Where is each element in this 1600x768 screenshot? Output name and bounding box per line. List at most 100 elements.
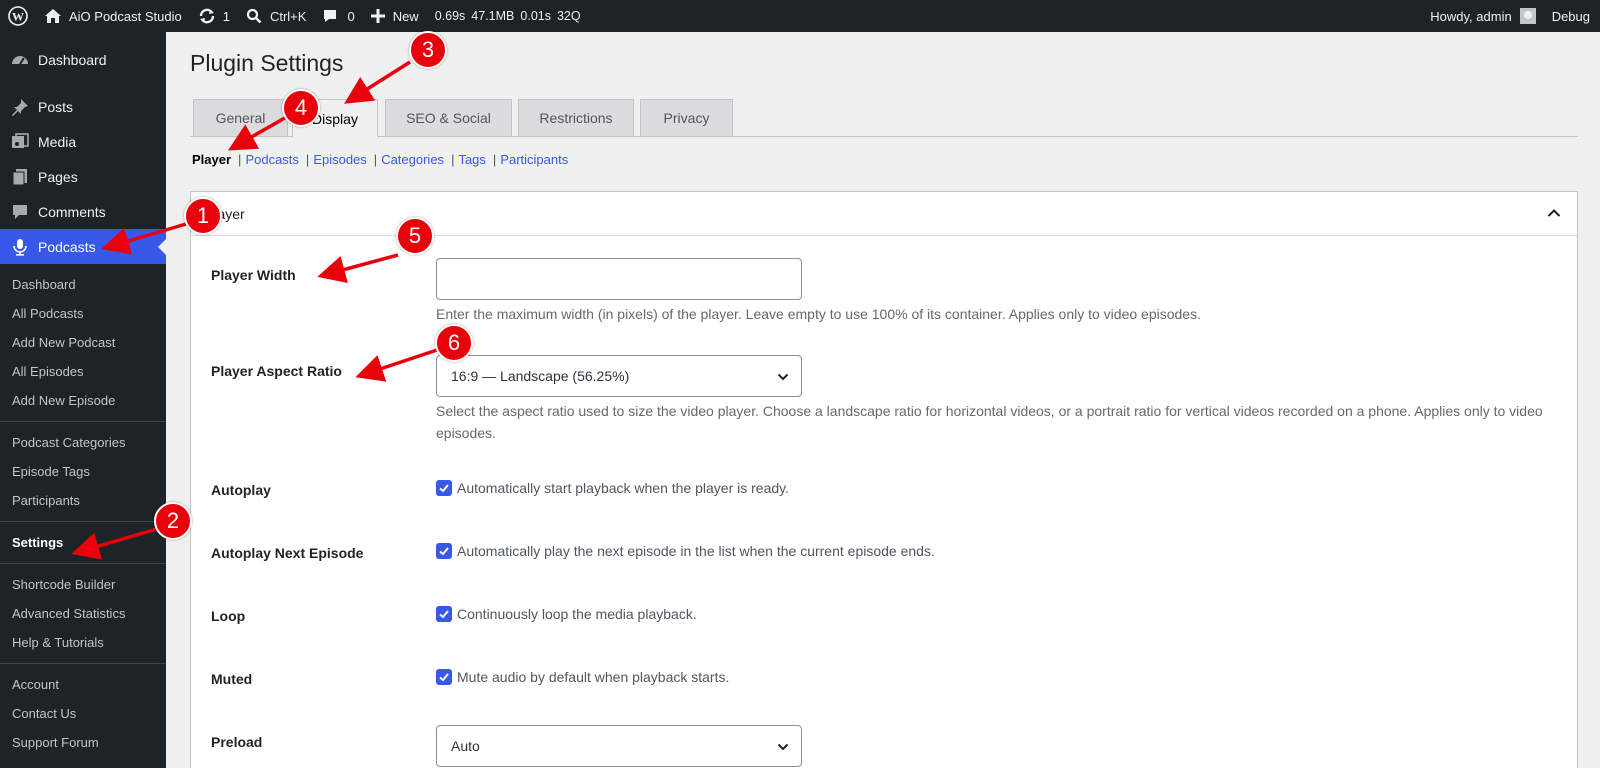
chevron-up-icon[interactable] — [1547, 206, 1561, 223]
howdy-text: Howdy, admin — [1430, 8, 1512, 24]
updates-count: 1 — [222, 8, 230, 24]
checkmark-icon — [439, 484, 449, 493]
player-settings-panel: Player Player Width Enter the maximum wi… — [190, 191, 1578, 768]
qm-db-time: 0.01s — [520, 9, 551, 23]
query-monitor-link[interactable]: 0.69s 47.1MB 0.01s 32Q — [427, 0, 589, 32]
checkmark-icon — [439, 673, 449, 682]
comment-bubble-icon — [324, 10, 337, 22]
annotation-badge-2: 2 — [154, 502, 192, 540]
command-palette-link[interactable]: Ctrl+K — [238, 0, 314, 32]
player-aspect-ratio-select[interactable]: 16:9 — Landscape (56.25%) — [436, 355, 802, 397]
submenu-all-podcasts[interactable]: All Podcasts — [0, 299, 166, 328]
submenu-all-episodes[interactable]: All Episodes — [0, 357, 166, 386]
subnav-separator: | — [373, 152, 378, 167]
comments-count: 0 — [347, 8, 355, 24]
pages-icon — [10, 167, 30, 187]
updates-icon — [199, 8, 214, 24]
submenu-shortcode-builder[interactable]: Shortcode Builder — [0, 570, 166, 599]
wordpress-logo-icon[interactable]: W — [0, 0, 36, 32]
submenu-divider — [0, 521, 166, 522]
loop-text: Continuously loop the media playback. — [457, 606, 697, 622]
svg-text:W: W — [12, 10, 24, 24]
autoplay-label: Autoplay — [211, 482, 271, 498]
menu-podcasts[interactable]: Podcasts — [0, 229, 166, 264]
subnav-participants[interactable]: Participants — [500, 152, 568, 167]
autoplay-next-option[interactable]: Automatically play the next episode in t… — [436, 543, 935, 559]
submenu-settings[interactable]: Settings — [0, 528, 166, 557]
loop-checkbox[interactable] — [436, 606, 452, 622]
submenu-add-new-episode[interactable]: Add New Episode — [0, 386, 166, 415]
my-account-link[interactable]: Howdy, admin — [1422, 0, 1543, 32]
menu-comments[interactable]: Comments — [0, 194, 166, 229]
autoplay-option[interactable]: Automatically start playback when the pl… — [436, 480, 789, 496]
player-aspect-ratio-label: Player Aspect Ratio — [211, 363, 342, 379]
menu-media-label: Media — [38, 133, 77, 150]
updates-link[interactable]: 1 — [190, 0, 238, 32]
subnav-tags[interactable]: Tags — [458, 152, 485, 167]
menu-pages[interactable]: Pages — [0, 159, 166, 194]
player-width-input[interactable] — [436, 258, 802, 300]
page-title: Plugin Settings — [190, 50, 344, 76]
plus-icon — [370, 9, 385, 23]
annotation-badge-1: 1 — [184, 197, 222, 235]
aspect-ratio-selected-value: 16:9 — Landscape (56.25%) — [451, 368, 630, 384]
search-icon — [246, 8, 262, 24]
settings-tabs: General Display SEO & Social Restriction… — [190, 99, 1578, 138]
subnav-separator: | — [238, 152, 242, 167]
submenu-add-new-podcast[interactable]: Add New Podcast — [0, 328, 166, 357]
checkmark-icon — [439, 547, 449, 556]
annotation-badge-5: 5 — [396, 217, 434, 255]
submenu-account[interactable]: Account — [0, 670, 166, 699]
tab-restrictions[interactable]: Restrictions — [518, 99, 634, 137]
site-name-link[interactable]: AiO Podcast Studio — [36, 0, 190, 32]
subnav-episodes[interactable]: Episodes — [313, 152, 366, 167]
subnav-separator: | — [305, 152, 310, 167]
tab-privacy[interactable]: Privacy — [640, 99, 733, 137]
loop-option[interactable]: Continuously loop the media playback. — [436, 606, 697, 622]
menu-media[interactable]: Media — [0, 124, 166, 159]
submenu-contact-us[interactable]: Contact Us — [0, 699, 166, 728]
subnav-separator: | — [451, 152, 455, 167]
submenu-dashboard[interactable]: Dashboard — [0, 270, 166, 299]
menu-comments-label: Comments — [38, 203, 106, 220]
menu-posts[interactable]: Posts — [0, 89, 166, 124]
submenu-episode-tags[interactable]: Episode Tags — [0, 457, 166, 486]
submenu-advanced-statistics[interactable]: Advanced Statistics — [0, 599, 166, 628]
muted-text: Mute audio by default when playback star… — [457, 669, 730, 685]
site-name: AiO Podcast Studio — [69, 8, 182, 24]
muted-label: Muted — [211, 671, 253, 687]
new-content-link[interactable]: New — [363, 0, 427, 32]
chevron-down-icon — [777, 740, 789, 756]
comments-link[interactable]: 0 — [314, 0, 362, 32]
subnav-categories[interactable]: Categories — [381, 152, 444, 167]
menu-dashboard[interactable]: Dashboard — [0, 42, 166, 77]
home-icon — [45, 9, 61, 23]
podcasts-submenu: Dashboard All Podcasts Add New Podcast A… — [0, 264, 166, 763]
dashboard-gauge-icon — [10, 50, 30, 70]
submenu-podcast-categories[interactable]: Podcast Categories — [0, 428, 166, 457]
preload-select[interactable]: Auto — [436, 725, 802, 767]
annotation-badge-6: 6 — [435, 324, 473, 362]
subnav-podcasts[interactable]: Podcasts — [245, 152, 298, 167]
muted-option[interactable]: Mute audio by default when playback star… — [436, 669, 729, 685]
comment-bubble-icon — [10, 202, 30, 222]
subnav-player[interactable]: Player — [192, 152, 231, 167]
submenu-help-tutorials[interactable]: Help & Tutorials — [0, 628, 166, 657]
submenu-divider — [0, 663, 166, 664]
tab-general[interactable]: General — [193, 99, 288, 137]
chevron-down-icon — [777, 370, 789, 386]
qm-queries: 32Q — [556, 9, 581, 23]
admin-bar: W AiO Podcast Studio 1 Ctrl+K 0 New 0.69… — [0, 0, 1600, 32]
annotation-badge-3: 3 — [409, 31, 447, 69]
autoplay-text: Automatically start playback when the pl… — [457, 480, 790, 496]
player-width-label: Player Width — [211, 267, 296, 283]
autoplay-next-label: Autoplay Next Episode — [211, 545, 364, 561]
tab-seo-social[interactable]: SEO & Social — [385, 99, 512, 137]
submenu-support-forum[interactable]: Support Forum — [0, 728, 166, 757]
debug-link[interactable]: Debug — [1544, 0, 1600, 32]
autoplay-checkbox[interactable] — [436, 480, 452, 496]
submenu-participants[interactable]: Participants — [0, 486, 166, 515]
subnav-separator: | — [492, 152, 497, 167]
autoplay-next-checkbox[interactable] — [436, 543, 452, 559]
muted-checkbox[interactable] — [436, 669, 452, 685]
